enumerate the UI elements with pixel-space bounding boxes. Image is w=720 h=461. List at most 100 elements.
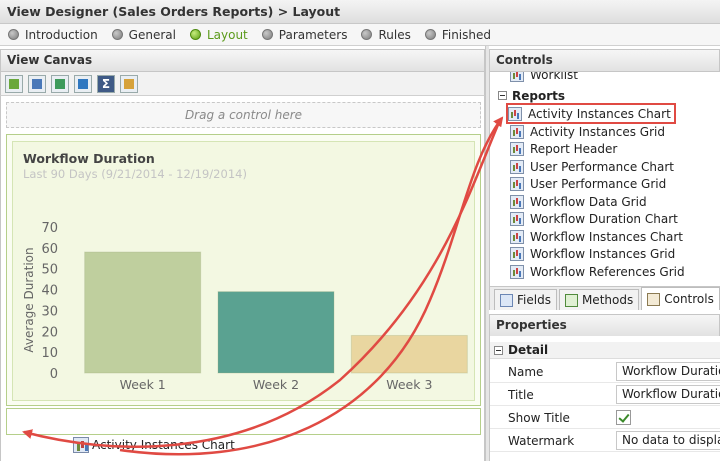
y-tick-label: 60 xyxy=(41,242,58,257)
step-introduction[interactable]: Introduction xyxy=(8,28,98,42)
canvas-toolbar: Σ xyxy=(0,72,485,96)
controls-tree: Worklist Reports Activity Instances Char… xyxy=(489,72,720,286)
tree-item-workflow-data-grid[interactable]: Workflow Data Grid xyxy=(510,193,647,210)
tab-methods[interactable]: Methods xyxy=(558,289,640,310)
add-row-icon[interactable] xyxy=(5,74,23,93)
step-layout[interactable]: Layout xyxy=(189,27,248,42)
view-canvas[interactable]: Drag a control here Workflow Duration La… xyxy=(0,96,485,461)
grid-icon xyxy=(510,246,524,261)
chart-area: Workflow Duration Last 90 Days (9/21/201… xyxy=(12,141,475,401)
grid-icon xyxy=(510,176,524,191)
y-axis-label: Average Duration xyxy=(22,247,36,352)
step-label: General xyxy=(128,27,176,42)
step-rules[interactable]: Rules xyxy=(361,27,411,42)
x-tick-label: Week 3 xyxy=(386,377,432,392)
grid-icon xyxy=(510,72,524,82)
prop-label: Title xyxy=(508,388,534,402)
collapse-icon[interactable] xyxy=(498,91,507,100)
wizard-steps: Introduction General Layout Parameters R… xyxy=(0,24,720,46)
methods-icon xyxy=(564,293,578,307)
upload-icon[interactable] xyxy=(51,74,69,93)
properties-header: Properties xyxy=(489,314,720,337)
bar xyxy=(217,291,335,374)
chart-control-icon xyxy=(73,437,89,453)
chart-icon xyxy=(510,211,524,226)
tree-item-user-performance-grid[interactable]: User Performance Grid xyxy=(510,175,666,192)
y-tick-label: 20 xyxy=(41,325,58,340)
export-icon[interactable] xyxy=(74,74,92,93)
y-tick-label: 0 xyxy=(50,367,58,382)
step-general[interactable]: General xyxy=(111,27,176,42)
window-title: View Designer (Sales Orders Reports) > L… xyxy=(0,0,720,24)
step-label: Rules xyxy=(378,27,411,42)
tree-item-workflow-references-grid[interactable]: Workflow References Grid xyxy=(510,263,685,280)
chart-container[interactable]: Workflow Duration Last 90 Days (9/21/201… xyxy=(6,134,481,406)
tree-item-activity-instances-chart[interactable]: Activity Instances Chart xyxy=(506,103,676,124)
controls-icon xyxy=(647,292,661,306)
step-dot-icon xyxy=(189,29,201,40)
grid-icon xyxy=(510,124,524,139)
tree-item-workflow-instances-chart[interactable]: Workflow Instances Chart xyxy=(510,228,683,245)
prop-label: Name xyxy=(508,365,544,379)
show-title-checkbox[interactable] xyxy=(616,410,631,425)
bar-chart: 0 10 20 30 40 50 60 70 Average Duration Week 1 Wee… xyxy=(22,221,468,392)
watermark-field[interactable]: No data to display xyxy=(616,431,720,450)
grid-icon xyxy=(510,264,524,279)
step-dot-icon xyxy=(261,29,273,40)
prop-label: Show Title xyxy=(508,411,570,425)
header-icon xyxy=(510,141,524,156)
prop-row-show-title: Show Title xyxy=(490,406,720,429)
tree-item-worklist[interactable]: Worklist xyxy=(510,72,578,83)
empty-drop-row[interactable] xyxy=(6,408,481,435)
drop-zone[interactable]: Drag a control here xyxy=(6,102,481,128)
view-canvas-header: View Canvas xyxy=(0,49,485,72)
y-tick-label: 10 xyxy=(41,346,58,361)
tab-fields[interactable]: Fields xyxy=(494,289,557,310)
tree-group-reports[interactable]: Reports xyxy=(498,87,565,104)
step-label: Parameters xyxy=(278,27,348,42)
name-field[interactable]: Workflow Duration xyxy=(616,362,720,381)
dragging-control: Activity Instances Chart xyxy=(73,437,235,453)
tree-item-user-performance-chart[interactable]: User Performance Chart xyxy=(510,158,674,175)
step-label: Finished xyxy=(441,27,491,42)
chart-icon xyxy=(510,229,524,244)
chart-icon xyxy=(508,106,522,121)
step-label: Layout xyxy=(206,27,248,42)
y-tick-label: 30 xyxy=(41,304,58,319)
sigma-icon[interactable]: Σ xyxy=(97,74,115,93)
x-tick-label: Week 1 xyxy=(120,377,166,392)
section-detail[interactable]: Detail xyxy=(490,342,720,359)
controls-header: Controls xyxy=(489,49,720,72)
prop-row-name: Name Workflow Duration xyxy=(490,360,720,383)
step-dot-icon xyxy=(424,29,436,40)
step-label: Introduction xyxy=(25,27,98,42)
edit-layout-icon[interactable] xyxy=(28,74,46,93)
controls-tabs: Fields Methods Controls xyxy=(489,286,720,310)
step-dot-icon xyxy=(111,29,123,40)
tree-item-workflow-duration-chart[interactable]: Workflow Duration Chart xyxy=(510,210,678,227)
fields-icon xyxy=(500,293,513,307)
dragging-control-label: Activity Instances Chart xyxy=(92,438,235,452)
chart-icon xyxy=(510,159,524,174)
step-parameters[interactable]: Parameters xyxy=(261,27,348,42)
properties-panel: Detail Name Workflow Duration Title Work… xyxy=(489,336,720,461)
y-tick-label: 50 xyxy=(41,263,58,278)
prop-row-title: Title Workflow Duration xyxy=(490,383,720,406)
tree-item-workflow-instances-grid[interactable]: Workflow Instances Grid xyxy=(510,245,675,262)
title-field[interactable]: Workflow Duration xyxy=(616,385,720,404)
step-dot-icon xyxy=(361,29,373,40)
y-tick-label: 70 xyxy=(41,221,58,236)
step-finished[interactable]: Finished xyxy=(424,27,491,42)
grid-icon xyxy=(510,194,524,209)
prop-row-watermark: Watermark No data to display xyxy=(490,429,720,452)
collapse-icon[interactable] xyxy=(494,345,503,355)
y-tick-label: 40 xyxy=(41,284,58,299)
prop-label: Watermark xyxy=(508,434,575,448)
tab-controls[interactable]: Controls xyxy=(641,287,720,310)
bar xyxy=(350,334,468,374)
bar xyxy=(84,251,202,374)
x-tick-label: Week 2 xyxy=(253,377,299,392)
properties-icon[interactable] xyxy=(120,74,138,93)
tree-item-report-header[interactable]: Report Header xyxy=(510,140,617,157)
tree-item-activity-instances-grid[interactable]: Activity Instances Grid xyxy=(510,123,665,140)
